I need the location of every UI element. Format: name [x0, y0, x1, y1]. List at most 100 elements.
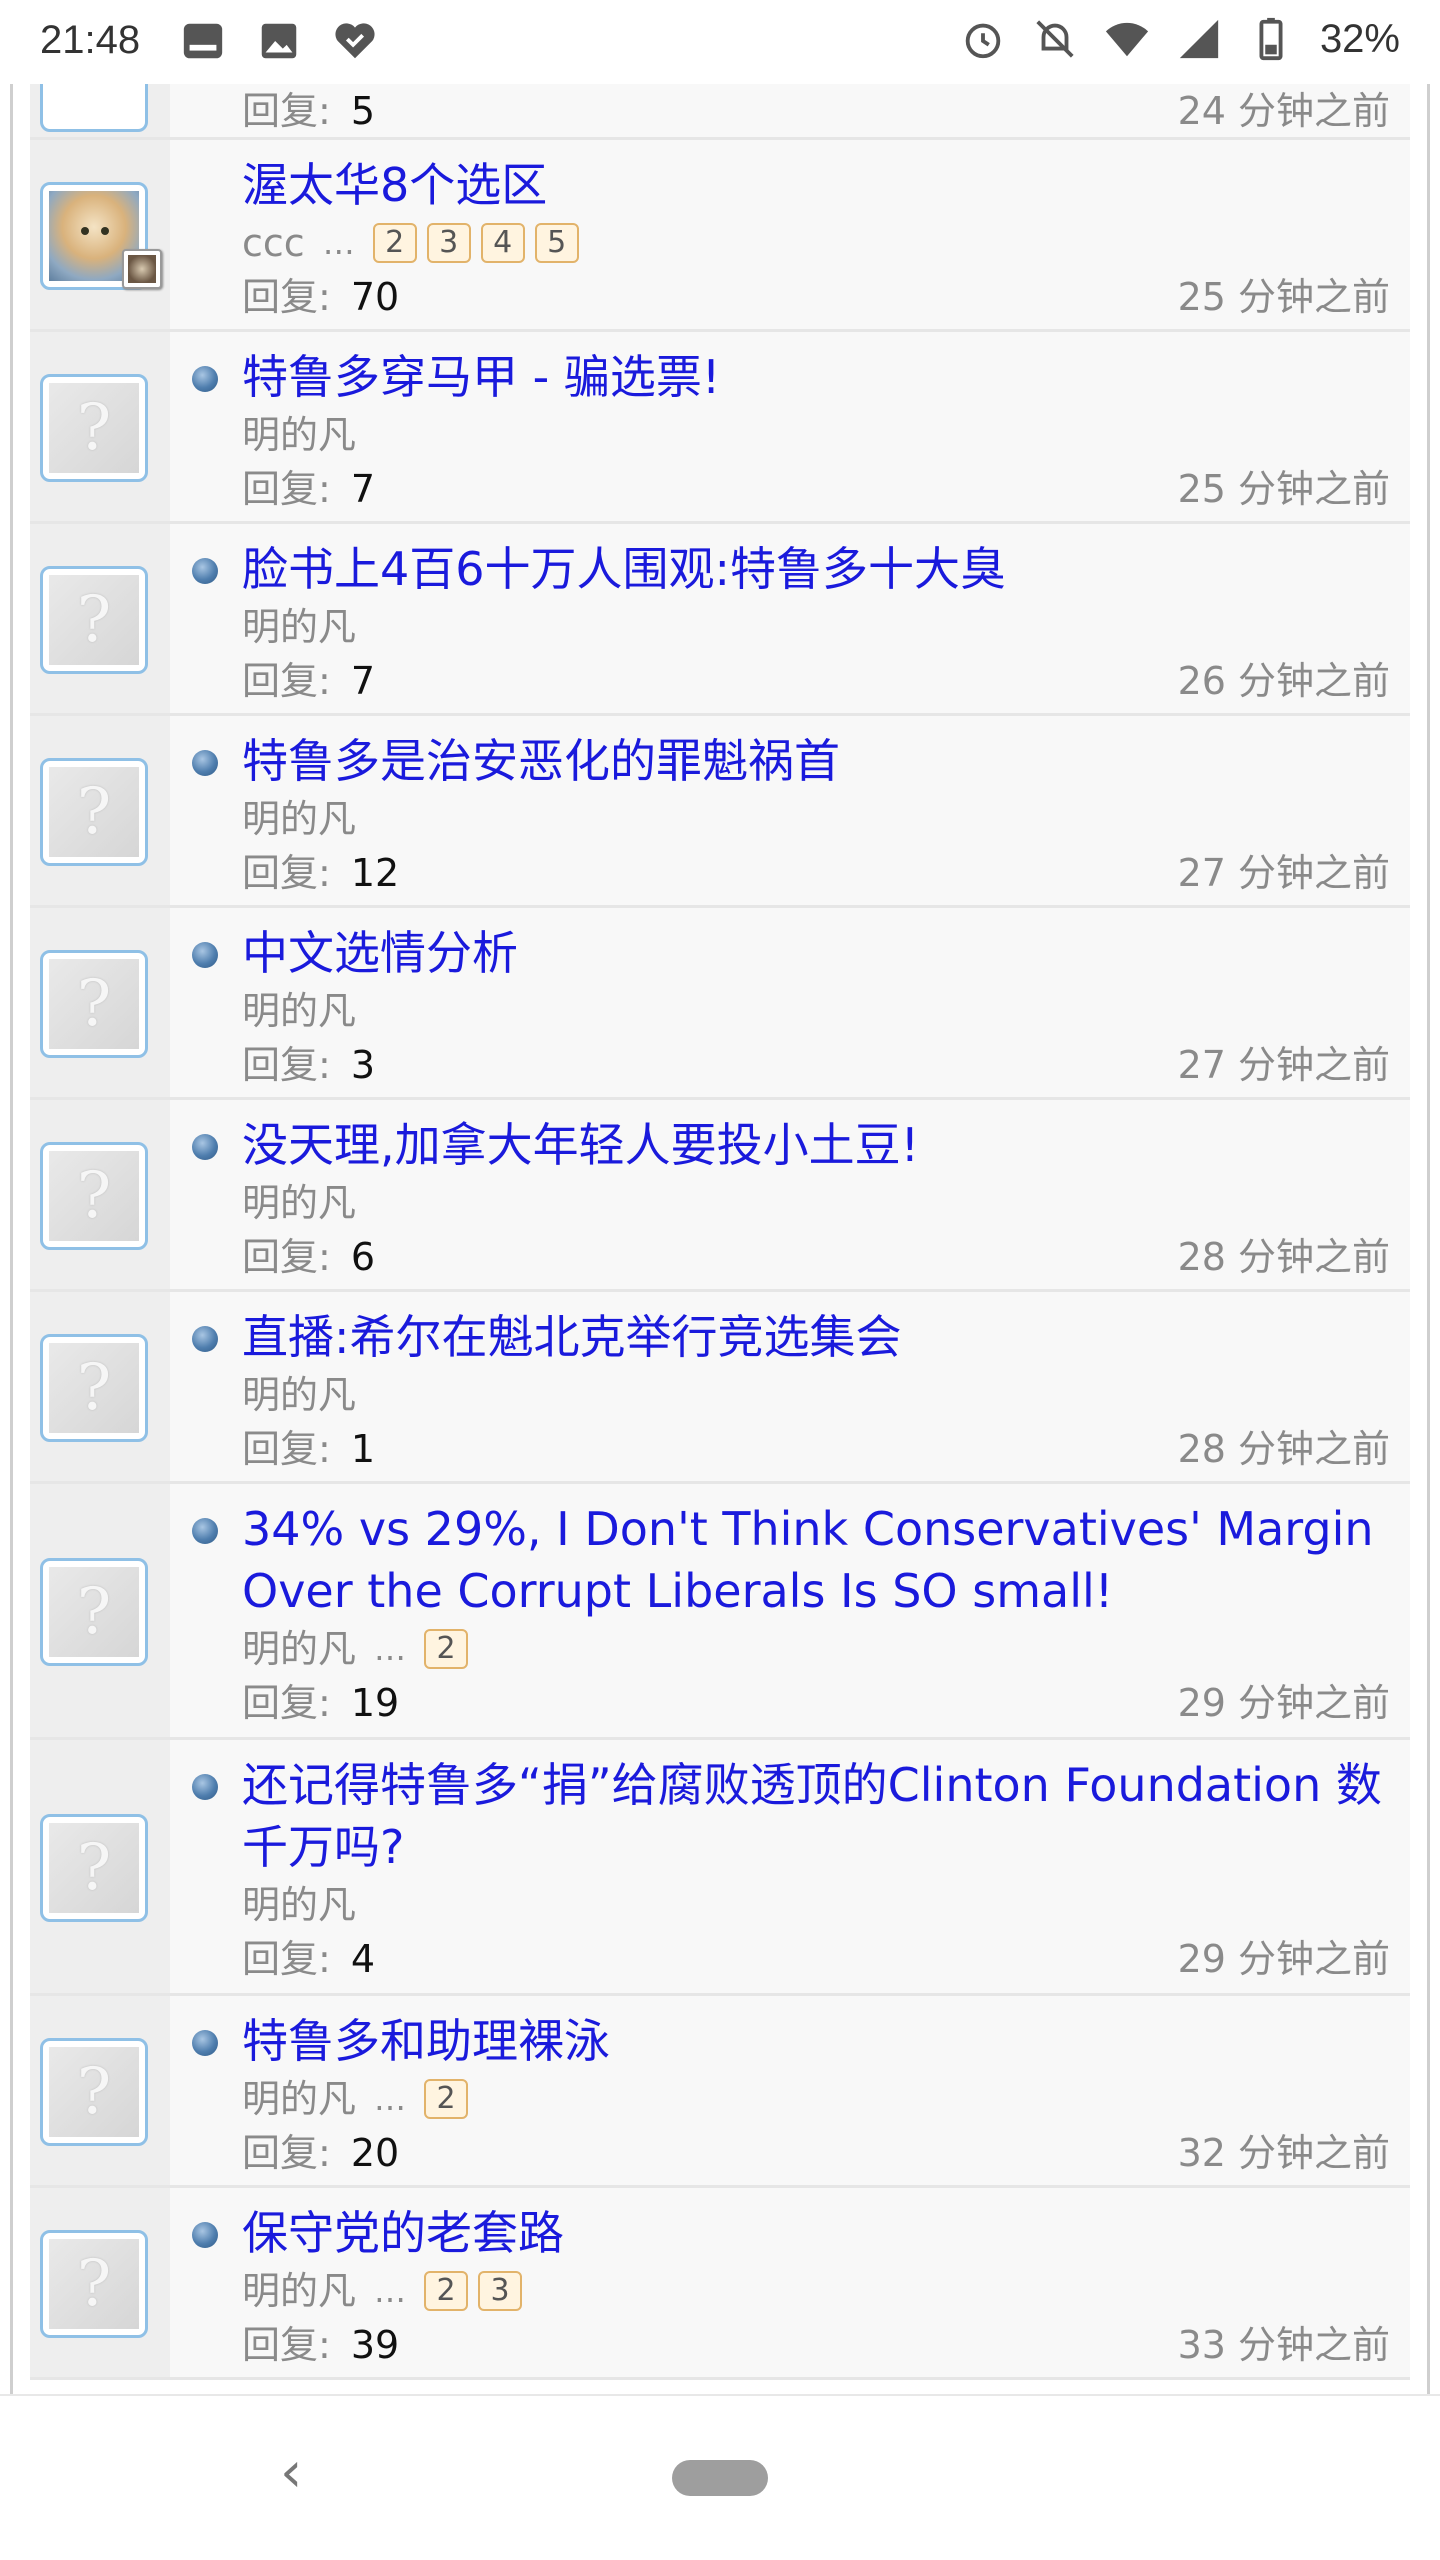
- avatar[interactable]: ?: [40, 1334, 148, 1442]
- reply-label: 回复:: [242, 2323, 331, 2367]
- meta-line: 回复: 7 26 分钟之前: [242, 654, 1390, 714]
- topic-content: 中文选情分析 明的凡 回复: 3 27 分钟之前: [170, 908, 1410, 1097]
- avatar-column: ?: [30, 524, 170, 713]
- topic-row[interactable]: ? 34% vs 29%, I Don't Think Conservatives…: [30, 1484, 1410, 1740]
- reply-label: 回复:: [242, 1937, 331, 1981]
- author-name[interactable]: 明的凡: [242, 984, 356, 1038]
- avatar-column: [30, 140, 170, 329]
- reply-label: 回复:: [242, 275, 331, 319]
- reply-count: 4: [350, 1937, 375, 1981]
- question-mark-icon: ?: [49, 1151, 139, 1241]
- avatar[interactable]: ?: [40, 374, 148, 482]
- topic-content: 渥太华8个选区 ccc … 2 3 4 5 回复: 70 25 分钟之前: [170, 140, 1410, 329]
- unread-dot-icon: [192, 1134, 218, 1160]
- reply-label: 回复:: [242, 851, 331, 895]
- author-name[interactable]: 明的凡: [242, 792, 356, 846]
- topic-row[interactable]: ? 没天理,加拿大年轻人要投小土豆! 明的凡 回复: 6 28 分钟之前: [30, 1100, 1410, 1292]
- last-reply-time: 28 分钟之前: [1177, 1427, 1390, 1471]
- topic-row[interactable]: ? 特鲁多是治安恶化的罪魁祸首 明的凡 回复: 12 27 分钟之前: [30, 716, 1410, 908]
- avatar[interactable]: ?: [40, 2038, 148, 2146]
- unread-dot-icon: [192, 1774, 218, 1800]
- reply-count: 70: [350, 275, 400, 319]
- avatar[interactable]: ?: [40, 2230, 148, 2338]
- bell-off-icon: [1036, 20, 1074, 58]
- author-name[interactable]: 明的凡: [242, 1878, 356, 1932]
- avatar[interactable]: ?: [40, 950, 148, 1058]
- page-link[interactable]: 2: [372, 223, 417, 263]
- reply-label: 回复:: [242, 1681, 331, 1725]
- reply-count: 3: [350, 1043, 375, 1087]
- page-link[interactable]: 3: [478, 2271, 523, 2311]
- avatar[interactable]: ?: [40, 1814, 148, 1922]
- topic-row[interactable]: ? 还记得特鲁多“捐”给腐败透顶的Clinton Foundation 数千万吗?…: [30, 1740, 1410, 1996]
- meta-line: 回复: 5 24 分钟之前: [242, 84, 1390, 144]
- avatar[interactable]: ?: [40, 566, 148, 674]
- page-link[interactable]: 2: [424, 2079, 469, 2119]
- topic-title-link[interactable]: 直播:希尔在魁北克举行竞选集会: [242, 1292, 1390, 1368]
- reply-count: 19: [350, 1681, 400, 1725]
- topic-title-link[interactable]: 保守党的老套路: [242, 2188, 1390, 2264]
- last-reply-time: 28 分钟之前: [1177, 1235, 1390, 1279]
- author-name[interactable]: 明的凡: [242, 2264, 356, 2318]
- reply-info: 回复: 7: [242, 654, 375, 708]
- topic-row[interactable]: ? 特鲁多穿马甲 - 骗选票! 明的凡 回复: 7 25 分钟之前: [30, 332, 1410, 524]
- topic-title-link[interactable]: 脸书上4百6十万人围观:特鲁多十大臭: [242, 524, 1390, 600]
- topic-title-link[interactable]: 没天理,加拿大年轻人要投小土豆!: [242, 1100, 1390, 1176]
- avatar[interactable]: ?: [40, 758, 148, 866]
- page-link[interactable]: 5: [534, 223, 579, 263]
- last-reply-time: 29 分钟之前: [1177, 1937, 1390, 1981]
- question-mark-icon: ?: [49, 2047, 139, 2137]
- topic-row[interactable]: ? 脸书上4百6十万人围观:特鲁多十大臭 明的凡 回复: 7 26 分钟之前: [30, 524, 1410, 716]
- avatar-column: [30, 84, 170, 137]
- author-name[interactable]: 明的凡: [242, 1176, 356, 1230]
- home-pill-button[interactable]: [672, 2460, 768, 2496]
- author-line: ccc … 2 3 4 5: [242, 216, 1390, 270]
- topic-title-link[interactable]: 特鲁多穿马甲 - 骗选票!: [242, 332, 1390, 408]
- reply-count: 20: [350, 2131, 400, 2175]
- topic-row[interactable]: ? 特鲁多和助理裸泳 明的凡 … 2 回复: 20 32 分钟之前: [30, 1996, 1410, 2188]
- author-name[interactable]: 明的凡: [242, 600, 356, 654]
- topic-title-link[interactable]: 34% vs 29%, I Don't Think Conservatives'…: [242, 1484, 1390, 1622]
- question-mark-icon: ?: [49, 767, 139, 857]
- reply-label: 回复:: [242, 1235, 331, 1279]
- topic-row[interactable]: ? 直播:希尔在魁北克举行竞选集会 明的凡 回复: 1 28 分钟之前: [30, 1292, 1410, 1484]
- avatar[interactable]: [40, 84, 148, 132]
- avatar[interactable]: ?: [40, 1558, 148, 1666]
- back-button[interactable]: ‹: [280, 2440, 302, 2505]
- reply-info: 回复: 12: [242, 846, 399, 900]
- avatar[interactable]: ?: [40, 1142, 148, 1250]
- topic-title-link[interactable]: 还记得特鲁多“捐”给腐败透顶的Clinton Foundation 数千万吗?: [242, 1740, 1390, 1878]
- reply-label: 回复:: [242, 659, 331, 703]
- page-link[interactable]: 2: [424, 1629, 469, 1669]
- reply-label: 回复:: [242, 1043, 331, 1087]
- heart-app-icon: [335, 23, 375, 59]
- topic-title-link[interactable]: 中文选情分析: [242, 908, 1390, 984]
- meta-line: 回复: 12 27 分钟之前: [242, 846, 1390, 906]
- author-name[interactable]: 明的凡: [242, 1368, 356, 1422]
- page-link[interactable]: 4: [480, 223, 525, 263]
- status-bar: 21:48 32%: [0, 0, 1440, 84]
- notification-app-icon: [183, 23, 223, 59]
- topic-row[interactable]: ? 保守党的老套路 明的凡 … 2 3 回复: 39 33 分钟之前: [30, 2188, 1410, 2380]
- topic-title-link[interactable]: 特鲁多和助理裸泳: [242, 1996, 1390, 2072]
- author-name[interactable]: 明的凡: [242, 2072, 356, 2126]
- topic-title-link[interactable]: 渥太华8个选区: [242, 140, 1390, 216]
- topic-title-link[interactable]: 特鲁多是治安恶化的罪魁祸首: [242, 716, 1390, 792]
- meta-line: 回复: 6 28 分钟之前: [242, 1230, 1390, 1290]
- reply-label: 回复:: [242, 1427, 331, 1471]
- topic-row[interactable]: ? 中文选情分析 明的凡 回复: 3 27 分钟之前: [30, 908, 1410, 1100]
- avatar-column: ?: [30, 1484, 170, 1737]
- author-name[interactable]: ccc: [242, 216, 305, 270]
- meta-line: 回复: 39 33 分钟之前: [242, 2318, 1390, 2378]
- page-link[interactable]: 2: [424, 2271, 469, 2311]
- topic-row[interactable]: 回复: 5 24 分钟之前: [30, 84, 1410, 140]
- avatar-eye: [80, 227, 89, 235]
- author-name[interactable]: 明的凡: [242, 1622, 356, 1676]
- page-link[interactable]: 3: [426, 223, 471, 263]
- last-reply-time: 32 分钟之前: [1177, 2131, 1390, 2175]
- topic-row[interactable]: 渥太华8个选区 ccc … 2 3 4 5 回复: 70 25 分钟之前: [30, 140, 1410, 332]
- reply-count: 5: [350, 89, 375, 133]
- author-line: 明的凡: [242, 1176, 1390, 1230]
- forum-content[interactable]: 回复: 5 24 分钟之前 渥太华8个选区 ccc… 2 3 4 5 回复: 70 25 分钟之前? 特…: [0, 84, 1440, 2394]
- author-name[interactable]: 明的凡: [242, 408, 356, 462]
